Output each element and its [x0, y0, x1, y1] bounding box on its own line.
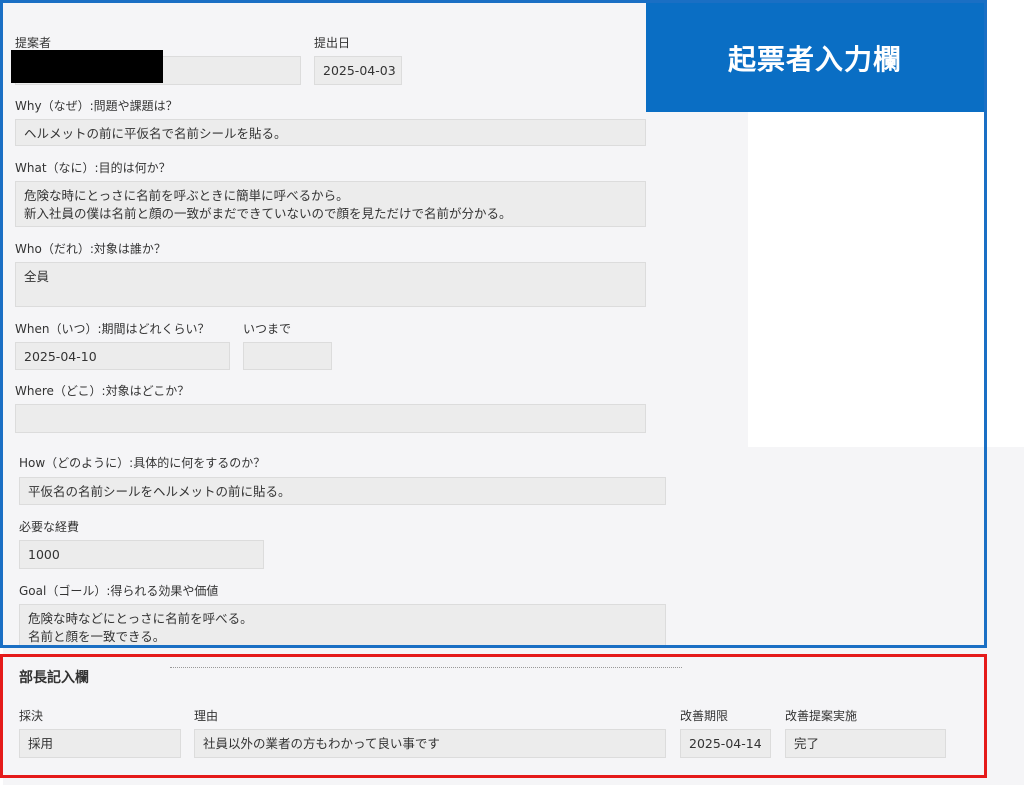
- manager-section-outline: [0, 654, 987, 778]
- requester-section-outline: [0, 0, 987, 648]
